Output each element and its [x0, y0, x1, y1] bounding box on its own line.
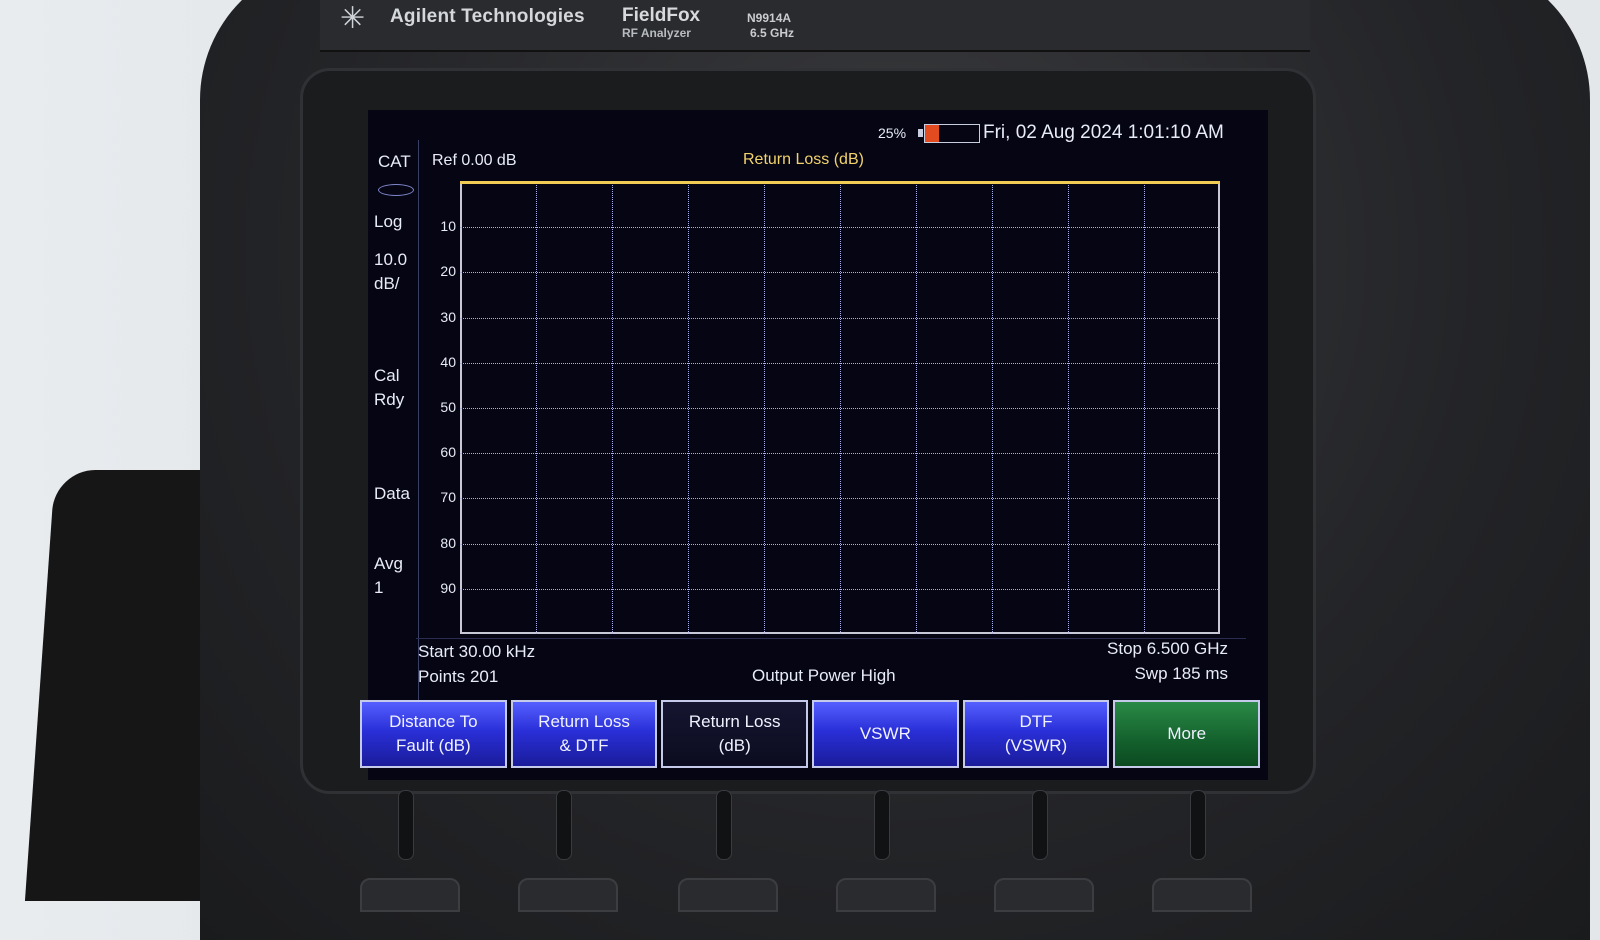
stop-frequency: Stop 6.500 GHz [1107, 639, 1228, 658]
battery-percent: 25% [878, 125, 907, 141]
cal-status-line2: Rdy [374, 390, 405, 409]
y-tick-label: 90 [440, 579, 456, 596]
y-tick-label: 60 [440, 444, 456, 461]
y-tick-label: 20 [440, 263, 456, 280]
scale-unit: dB/ [374, 274, 400, 293]
sidebar-divider [418, 140, 419, 700]
grid-line-vertical [916, 182, 917, 634]
softkey-return-loss-dtf[interactable]: Return Loss & DTF [510, 700, 658, 768]
y-tick-label: 30 [440, 308, 456, 325]
model-number: N9914A [747, 11, 792, 25]
trace-title: Return Loss (dB) [743, 151, 864, 168]
grid-line-vertical [764, 182, 765, 634]
output-power: Output Power High [752, 666, 896, 685]
softkey-distance-to-fault[interactable]: Distance To Fault (dB) [360, 700, 507, 768]
softkey-return-loss-selected[interactable]: Return Loss (dB) [661, 700, 809, 768]
date-time: Fri, 02 Aug 2024 1:01:10 AM [983, 122, 1224, 143]
hardware-key[interactable] [836, 878, 936, 912]
points-count: Points 201 [418, 667, 499, 686]
y-tick-label: 40 [440, 353, 456, 370]
avg-label: Avg [374, 554, 403, 573]
sweep-time: Swp 185 ms [1134, 664, 1228, 683]
grid-line-vertical [536, 182, 537, 634]
scale-type: Log [374, 212, 403, 231]
return-loss-trace [460, 181, 1220, 184]
grid-line-vertical [1068, 182, 1069, 634]
hardware-softkey-slot [556, 790, 572, 860]
hardware-key[interactable] [518, 878, 618, 912]
agilent-logo-icon: ✳ [340, 2, 366, 35]
hardware-softkey-slot [874, 790, 890, 860]
grid-line-vertical [992, 182, 993, 634]
softkey-more[interactable]: More [1113, 700, 1261, 768]
battery-level-fill [925, 125, 939, 142]
measurement-mode: CAT [378, 152, 411, 171]
hardware-key[interactable] [1152, 878, 1252, 912]
y-tick-label: 70 [440, 489, 456, 506]
data-label: Data [374, 484, 410, 503]
analyzer-screen: 25% Fri, 02 Aug 2024 1:01:10 AM CAT Ref … [368, 110, 1268, 780]
brand-name: Agilent Technologies [390, 6, 585, 27]
hardware-softkey-slot [398, 790, 414, 860]
battery-icon [924, 124, 980, 143]
softkey-vswr[interactable]: VSWR [812, 700, 959, 768]
battery-tip [918, 129, 923, 137]
hardware-key[interactable] [994, 878, 1094, 912]
start-frequency: Start 30.00 kHz [418, 642, 536, 661]
y-tick-label: 50 [440, 399, 456, 415]
y-tick-label: 80 [440, 534, 456, 551]
grid-line-vertical [840, 182, 841, 634]
model-subtitle: RF Analyzer [622, 26, 691, 40]
cal-status-line1: Cal [374, 366, 400, 385]
scale-value: 10.0 [374, 250, 408, 269]
hardware-softkey-slot [716, 790, 732, 860]
y-tick-label: 10 [440, 218, 456, 235]
model-frequency: 6.5 GHz [750, 26, 795, 40]
grid-line-vertical [688, 182, 689, 634]
trace-marker-icon [378, 184, 414, 196]
reference-level: Ref 0.00 dB [432, 152, 517, 169]
softkey-dtf-vswr[interactable]: DTF (VSWR) [962, 700, 1110, 768]
hardware-key[interactable] [678, 878, 778, 912]
softkey-bar: Distance To Fault (dB) Return Loss & DTF… [360, 700, 1261, 768]
grid-line-vertical [1144, 182, 1145, 634]
hardware-softkey-slot [1032, 790, 1048, 860]
grid-line-vertical [612, 182, 613, 634]
hardware-key[interactable] [360, 878, 460, 912]
hardware-softkey-slot [1190, 790, 1206, 860]
avg-value: 1 [374, 578, 384, 597]
model-name: FieldFox [622, 5, 701, 26]
